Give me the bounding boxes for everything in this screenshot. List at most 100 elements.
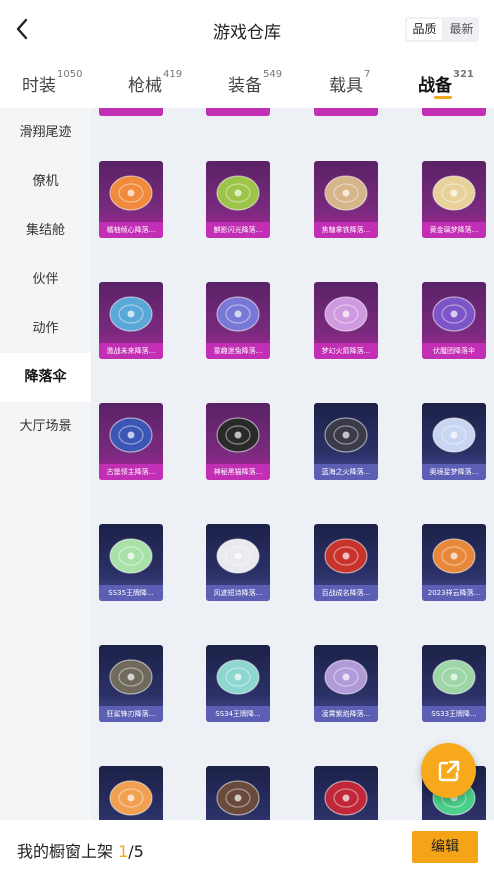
- item-name: 凌霄紫焰降落...: [314, 706, 378, 722]
- tab-count: 419: [163, 69, 183, 80]
- item-card[interactable]: 狂鲨锋刃降落...: [99, 645, 163, 722]
- parachute-icon: [432, 175, 476, 211]
- item-card[interactable]: 激战未来降落...: [99, 282, 163, 359]
- sidebar-item-companion[interactable]: 伙伴: [0, 255, 91, 304]
- item-card[interactable]: 童趣迷兔降落...: [206, 282, 270, 359]
- item-name: SS35王牌降...: [99, 585, 163, 601]
- item-name: 古堡领主降落...: [99, 464, 163, 480]
- subcategory-sidebar: 滑翔尾迹 僚机 集结舱 伙伴 动作 降落伞 大厅场景: [0, 108, 91, 820]
- item-card[interactable]: 橘柚倾心降落...: [99, 161, 163, 238]
- parachute-icon: [432, 296, 476, 332]
- tab-count: 1050: [57, 69, 83, 80]
- parachute-icon: [432, 417, 476, 453]
- parachute-icon: [109, 296, 153, 332]
- item-card[interactable]: 焦糖拿铁降落...: [314, 161, 378, 238]
- item-card[interactable]: 蓝海之火降落...: [314, 403, 378, 480]
- sidebar-item-glide-trail[interactable]: 滑翔尾迹: [0, 108, 91, 157]
- sort-toggle: 品质 最新: [405, 17, 479, 42]
- tab-count: 549: [263, 69, 283, 80]
- tab-count: 321: [453, 69, 474, 80]
- sidebar-item-wingman[interactable]: 僚机: [0, 157, 91, 206]
- tab-count: 7: [364, 69, 371, 80]
- edit-button[interactable]: 编辑: [412, 831, 478, 863]
- tab-label: 战备: [418, 76, 452, 96]
- item-name: 麒影闪光降落...: [206, 222, 270, 238]
- parachute-icon: [109, 659, 153, 695]
- item-card[interactable]: SS34王牌降...: [206, 645, 270, 722]
- item-grid[interactable]: 橘柚倾心降落... 麒影闪光降落... 焦糖拿铁降落... 黄金璃梦降落... 激战未来…: [91, 108, 494, 820]
- item-card[interactable]: 麒影闪光降落...: [206, 161, 270, 238]
- parachute-icon: [109, 175, 153, 211]
- parachute-icon: [109, 538, 153, 574]
- item-card[interactable]: 2023祥云降落...: [422, 524, 486, 601]
- tab-vehicles[interactable]: 载具7: [329, 69, 371, 96]
- parachute-icon: [324, 175, 368, 211]
- item-card[interactable]: 神秘黑猫降落...: [206, 403, 270, 480]
- item-name: 童趣迷兔降落...: [206, 343, 270, 359]
- item-card[interactable]: SS33王牌降...: [422, 645, 486, 722]
- showcase-text: 我的橱窗上架: [17, 842, 119, 861]
- active-tab-indicator: [434, 96, 452, 99]
- parachute-icon: [109, 780, 153, 816]
- tab-label: 时装: [22, 76, 56, 96]
- showcase-current-count: 1: [118, 842, 129, 861]
- parachute-icon: [216, 417, 260, 453]
- item-card-partial[interactable]: [422, 108, 486, 116]
- item-name: 橘柚倾心降落...: [99, 222, 163, 238]
- sidebar-item-parachute[interactable]: 降落伞: [0, 353, 91, 402]
- item-name: 百战成名降落...: [314, 585, 378, 601]
- sidebar-item-assembly-pod[interactable]: 集结舱: [0, 206, 91, 255]
- item-card-partial[interactable]: [314, 108, 378, 116]
- item-name: 梦幻火箭降落...: [314, 343, 378, 359]
- item-card[interactable]: 风迹短诗降落...: [206, 524, 270, 601]
- tab-firearms[interactable]: 枪械419: [128, 69, 183, 96]
- item-card[interactable]: 黄金璃梦降落...: [422, 161, 486, 238]
- parachute-icon: [216, 659, 260, 695]
- item-card[interactable]: 奥境星梦降落...: [422, 403, 486, 480]
- showcase-label: 我的橱窗上架 1/5: [17, 838, 144, 862]
- item-name: 奥境星梦降落...: [422, 464, 486, 480]
- parachute-icon: [324, 659, 368, 695]
- item-name: SS33王牌降...: [422, 706, 486, 722]
- item-name: 伏魔团降落伞: [422, 343, 486, 359]
- external-link-icon: [438, 760, 459, 781]
- parachute-icon: [324, 538, 368, 574]
- sort-newest-button[interactable]: 最新: [444, 17, 479, 42]
- tab-label: 装备: [228, 76, 262, 96]
- parachute-icon: [216, 538, 260, 574]
- item-card-partial[interactable]: [206, 108, 270, 116]
- item-name: 风迹短诗降落...: [206, 585, 270, 601]
- sort-quality-button[interactable]: 品质: [407, 19, 442, 40]
- header: 游戏仓库 品质 最新: [0, 0, 494, 58]
- tab-fashion[interactable]: 时装1050: [22, 69, 83, 96]
- tab-equipment[interactable]: 装备549: [228, 69, 283, 96]
- item-name: 狂鲨锋刃降落...: [99, 706, 163, 722]
- parachute-icon: [432, 538, 476, 574]
- item-name: 2023祥云降落...: [422, 585, 486, 601]
- item-card[interactable]: 伏魔团降落伞: [422, 282, 486, 359]
- sidebar-item-lobby-scene[interactable]: 大厅场景: [0, 402, 91, 451]
- tab-label: 载具: [329, 76, 363, 96]
- parachute-icon: [109, 417, 153, 453]
- tab-label: 枪械: [128, 76, 162, 96]
- showcase-bar: 我的橱窗上架 1/5 编辑: [0, 820, 494, 875]
- share-button[interactable]: [421, 743, 476, 798]
- item-card[interactable]: [99, 766, 163, 820]
- item-card-partial[interactable]: [99, 108, 163, 116]
- item-card[interactable]: 凌霄紫焰降落...: [314, 645, 378, 722]
- item-card[interactable]: 古堡领主降落...: [99, 403, 163, 480]
- item-card[interactable]: 百战成名降落...: [314, 524, 378, 601]
- item-name: 焦糖拿铁降落...: [314, 222, 378, 238]
- item-name: 激战未来降落...: [99, 343, 163, 359]
- item-card[interactable]: [206, 766, 270, 820]
- sidebar-item-emote[interactable]: 动作: [0, 304, 91, 353]
- parachute-icon: [216, 780, 260, 816]
- item-name: 黄金璃梦降落...: [422, 222, 486, 238]
- item-card[interactable]: [314, 766, 378, 820]
- item-card[interactable]: 梦幻火箭降落...: [314, 282, 378, 359]
- tab-battle-gear[interactable]: 战备321: [418, 69, 474, 96]
- showcase-total: /5: [128, 842, 144, 861]
- parachute-icon: [324, 417, 368, 453]
- parachute-icon: [216, 175, 260, 211]
- item-card[interactable]: SS35王牌降...: [99, 524, 163, 601]
